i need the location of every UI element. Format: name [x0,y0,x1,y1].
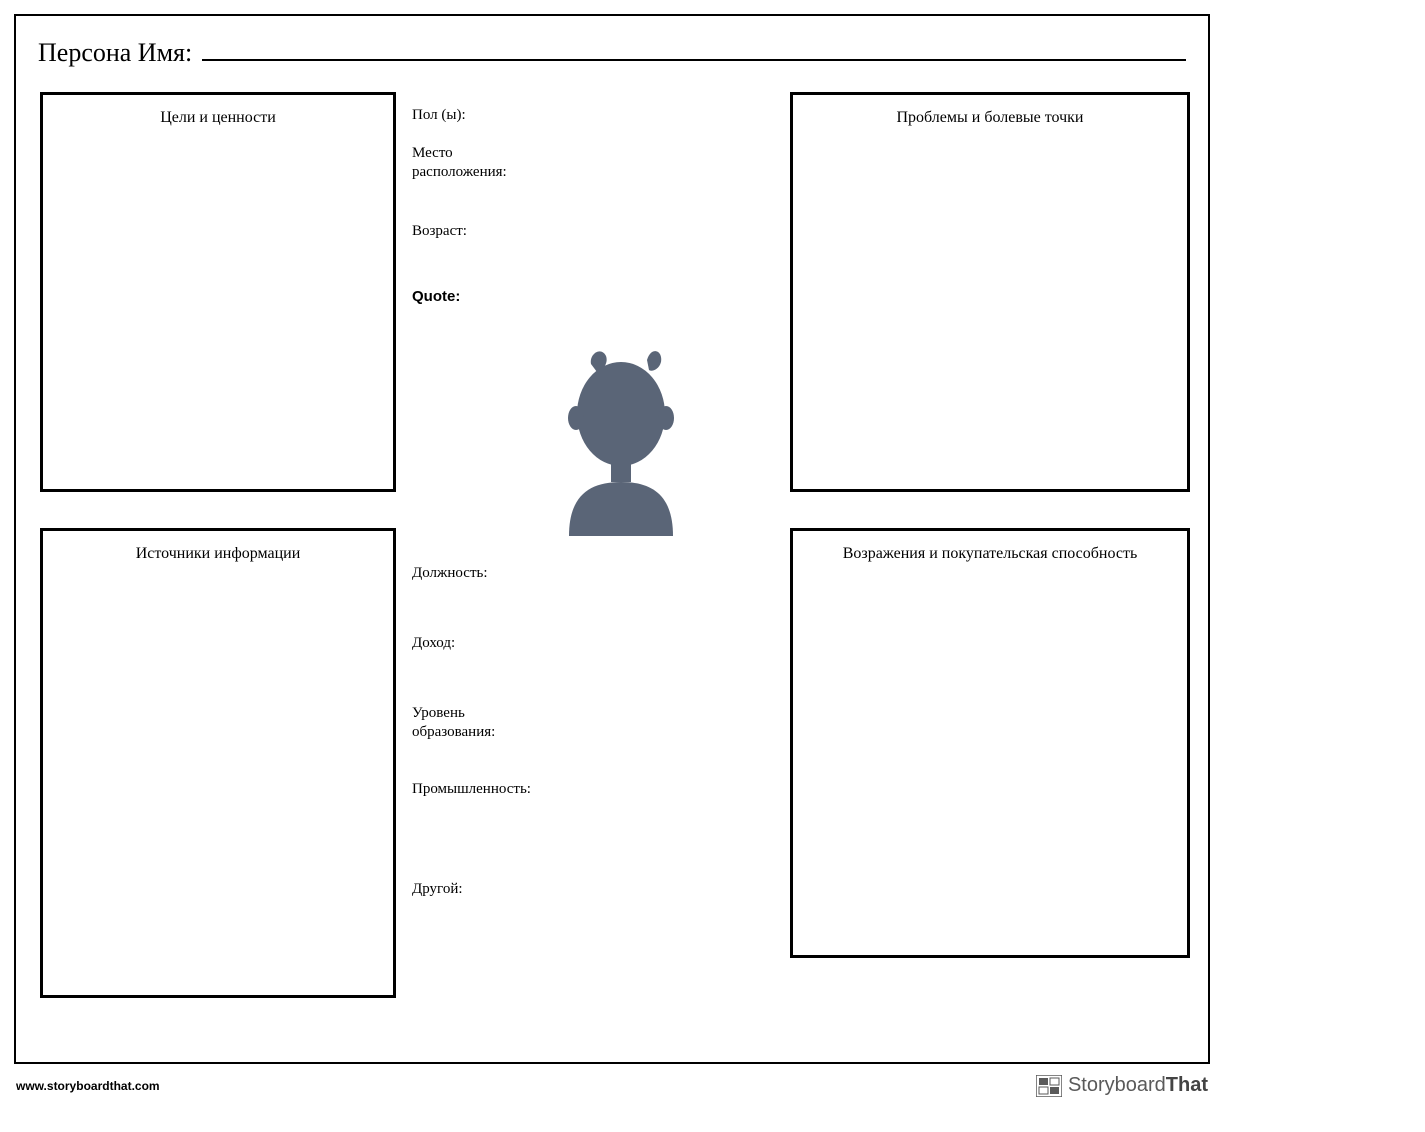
box-info-sources: Источники информации [40,528,396,998]
box-info-sources-title: Источники информации [43,531,393,563]
brand-word-storyboard: Storyboard [1068,1074,1166,1096]
footer-brand-text: StoryboardThat [1068,1074,1208,1097]
field-income-label: Доход: [412,634,542,653]
persona-avatar-placeholder [521,336,721,536]
footer-url: www.storyboardthat.com [16,1079,160,1093]
footer-brand: StoryboardThat [1036,1074,1208,1097]
box-goals-values-title: Цели и ценности [43,95,393,127]
person-silhouette-icon [521,336,721,536]
persona-name-underline [202,59,1186,61]
footer: www.storyboardthat.com StoryboardThat [14,1068,1210,1097]
persona-worksheet-canvas: Персона Имя: Цели и ценности Проблемы и … [14,14,1210,1064]
field-location-label: Место расположения: [412,144,542,182]
box-objections-buying: Возражения и покупательская способность [790,528,1190,958]
field-gender-label: Пол (ы): [412,106,542,125]
field-other-label: Другой: [412,880,542,899]
box-problems-pains: Проблемы и болевые точки [790,92,1190,492]
box-problems-pains-title: Проблемы и болевые точки [793,95,1187,127]
field-position-label: Должность: [412,564,542,583]
persona-name-label: Персона Имя: [38,38,192,68]
field-quote-label: Quote: [412,288,542,307]
storyboard-logo-icon [1036,1075,1062,1097]
brand-word-that: That [1166,1074,1208,1096]
field-age-label: Возраст: [412,222,542,241]
header-row: Персона Имя: [38,38,1186,68]
field-education-label: Уровень образования: [412,704,542,742]
field-industry-label: Промышленность: [412,780,542,799]
box-objections-buying-title: Возражения и покупательская способность [793,531,1187,563]
box-goals-values: Цели и ценности [40,92,396,492]
